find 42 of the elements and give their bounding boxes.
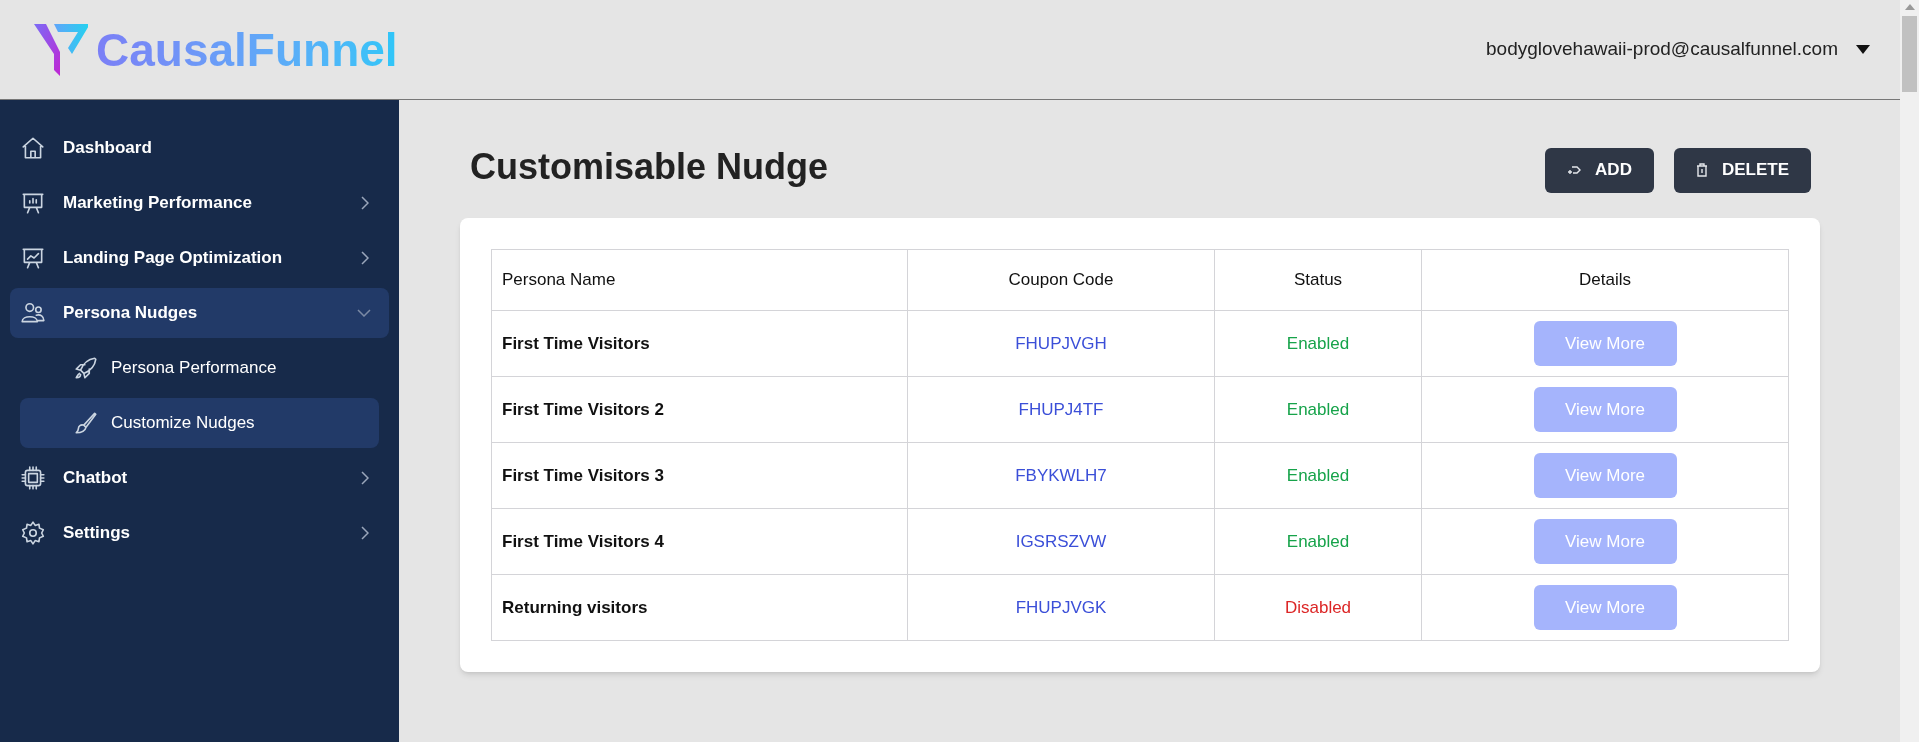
- coupon-code-cell: IGSRSZVW: [907, 508, 1215, 575]
- sidebar-subitem[interactable]: Persona Performance: [20, 342, 379, 393]
- persona-name-cell: First Time Visitors 4: [491, 508, 908, 575]
- settings-icon: [20, 519, 46, 546]
- persona-name-cell: First Time Visitors 2: [491, 376, 908, 443]
- sidebar-item[interactable]: Dashboard: [10, 122, 389, 173]
- status-cell: Disabled: [1214, 574, 1422, 641]
- persona-name-cell: First Time Visitors 3: [491, 442, 908, 509]
- column-header: Details: [1421, 249, 1789, 311]
- coupon-code-cell: FHUPJVGK: [907, 574, 1215, 641]
- rocket-icon: [73, 354, 99, 381]
- sidebar-item[interactable]: Persona Nudges: [10, 287, 389, 338]
- status-cell: Enabled: [1214, 376, 1422, 443]
- add-button[interactable]: ADD: [1545, 147, 1654, 193]
- persona-name-cell: Returning visitors: [491, 574, 908, 641]
- chip-icon: [20, 464, 46, 491]
- status-cell: Enabled: [1214, 442, 1422, 509]
- account-menu[interactable]: bodyglovehawaii-prod@causalfunnel.com: [1486, 35, 1870, 64]
- logo-icon: [32, 21, 88, 78]
- page-title: Customisable Nudge: [469, 145, 829, 189]
- sidebar-item[interactable]: Chatbot: [10, 452, 389, 503]
- scroll-up-icon[interactable]: [1904, 4, 1915, 10]
- caret-icon: [1856, 45, 1870, 54]
- add-icon: [1567, 164, 1582, 176]
- column-header: Status: [1214, 249, 1422, 311]
- sidebar-item[interactable]: Marketing Performance: [10, 177, 389, 228]
- sidebar-item[interactable]: Settings: [10, 507, 389, 558]
- column-header: Coupon Code: [907, 249, 1215, 311]
- coupon-code-cell: FBYKWLH7: [907, 442, 1215, 509]
- brush-icon: [73, 409, 99, 436]
- sidebar-item[interactable]: Landing Page Optimization: [10, 232, 389, 283]
- sidebar-subitem[interactable]: Customize Nudges: [20, 397, 379, 448]
- status-cell: Enabled: [1214, 310, 1422, 377]
- status-cell: Enabled: [1214, 508, 1422, 575]
- scrollbar-thumb[interactable]: [1902, 16, 1917, 92]
- coupon-code-cell: FHUPJVGH: [907, 310, 1215, 377]
- column-header: Persona Name: [491, 249, 908, 311]
- delete-button[interactable]: DELETE: [1673, 147, 1811, 193]
- persona-name-cell: First Time Visitors: [491, 310, 908, 377]
- scrollbar[interactable]: [1900, 0, 1919, 742]
- coupon-code-cell: FHUPJ4TF: [907, 376, 1215, 443]
- trash-icon: [1695, 163, 1708, 177]
